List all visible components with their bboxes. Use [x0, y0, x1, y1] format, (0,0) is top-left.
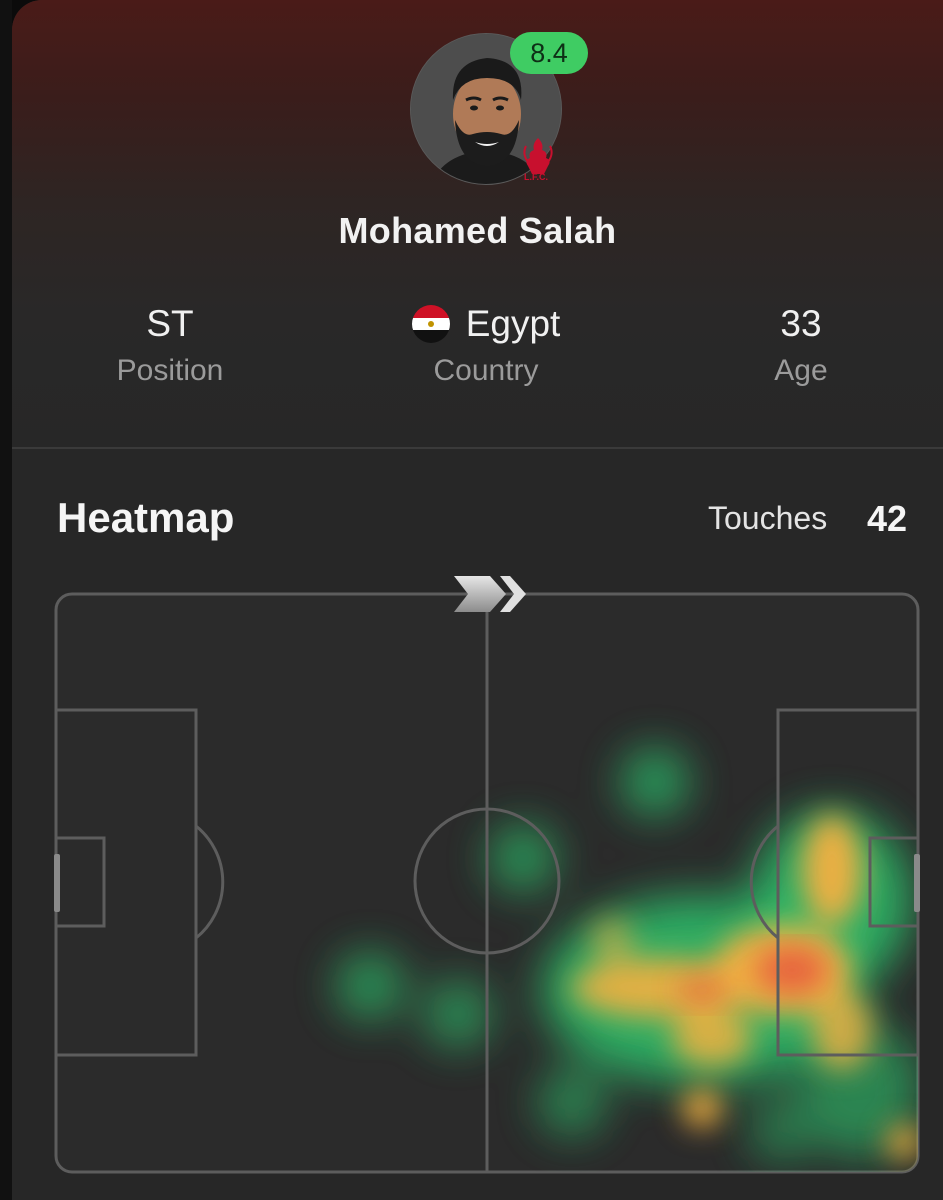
country-label: Country [433, 354, 539, 387]
player-card: L.F.C. 8.4 Mohamed Salah ST Position Egy… [12, 0, 943, 1200]
info-country[interactable]: Egypt Country [356, 300, 616, 388]
player-name: Mohamed Salah [338, 210, 617, 251]
touches-label: Touches [708, 500, 828, 536]
country-value: Egypt [465, 303, 561, 344]
club-badge-icon: L.F.C. [520, 134, 556, 191]
position-value: ST [146, 303, 194, 344]
rating-badge: 8.4 [510, 32, 588, 74]
background-panel-edge [0, 0, 12, 1200]
egypt-flag-icon [411, 305, 450, 343]
heatmap-pitch [54, 576, 920, 1174]
heatmap-title: Heatmap [57, 494, 235, 541]
age-label: Age [774, 354, 828, 387]
left-goal [54, 854, 60, 912]
age-value: 33 [780, 303, 822, 344]
screen: L.F.C. 8.4 Mohamed Salah ST Position Egy… [0, 0, 943, 1200]
info-age: 33 Age [671, 300, 931, 388]
info-position: ST Position [40, 300, 300, 388]
club-badge-text: L.F.C. [524, 172, 548, 182]
right-goal [914, 854, 920, 912]
touches-value: 42 [867, 498, 908, 539]
section-divider [12, 447, 943, 449]
position-label: Position [116, 354, 224, 387]
